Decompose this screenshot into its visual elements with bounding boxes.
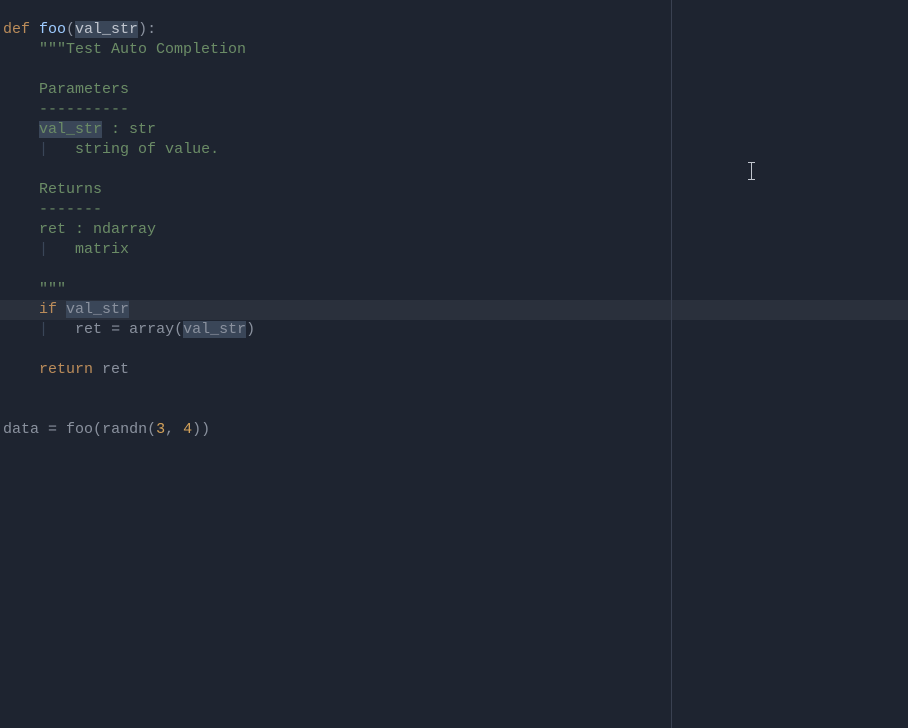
indent-guide: | [39,141,48,158]
docstring: ------- [39,201,102,218]
code-line-blank [0,260,671,280]
text-cursor-icon [751,162,752,180]
parameter-highlight: val_str [75,21,138,38]
function-name: foo [39,21,66,38]
indent-guide: | [39,321,48,338]
docstring: Returns [39,181,102,198]
function-call: array [129,321,174,338]
operator-assign: = [39,421,66,438]
paren-close: ): [138,21,156,38]
docstring: """Test Auto Completion [39,41,246,58]
code-line-blank [0,340,671,360]
paren-close: ) [246,321,255,338]
paren-open: ( [66,21,75,38]
code-line: | string of value. [0,140,671,160]
docstring: """ [39,281,66,298]
paren-open: ( [147,421,156,438]
identifier: data [3,421,39,438]
code-line-blank [0,380,671,400]
column-ruler [671,0,672,728]
paren-open: ( [93,421,102,438]
docstring: string of value. [75,141,219,158]
docstring: : str [102,121,156,138]
docstring: ret : ndarray [39,221,156,238]
paren-open: ( [174,321,183,338]
code-line: data = foo(randn(3, 4)) [0,420,671,440]
paren-close: )) [192,421,210,438]
code-line: return ret [0,360,671,380]
docstring: Parameters [39,81,129,98]
code-line: Parameters [0,80,671,100]
docstring: matrix [75,241,129,258]
code-line: val_str : str [0,120,671,140]
code-line: """Test Auto Completion [0,40,671,60]
code-line: ---------- [0,100,671,120]
parameter-highlight: val_str [39,121,102,138]
indent-guide: | [39,241,48,258]
code-line: ------- [0,200,671,220]
code-line-blank [0,400,671,420]
code-line: | matrix [0,240,671,260]
function-call: foo [66,421,93,438]
code-line: def foo(val_str): [0,20,671,40]
keyword-if: if [39,301,66,318]
code-line: ret : ndarray [0,220,671,240]
code-line-blank [0,60,671,80]
identifier: ret [102,361,129,378]
comma: , [165,421,183,438]
code-line: Returns [0,180,671,200]
number-literal: 4 [183,421,192,438]
code-line: | ret = array(val_str) [0,320,671,340]
code-line: """ [0,280,671,300]
identifier: ret [75,321,102,338]
code-editor[interactable]: def foo(val_str): """Test Auto Completio… [0,0,671,728]
code-line-current: if val_str [0,300,908,320]
function-call: randn [102,421,147,438]
keyword-def: def [3,21,39,38]
code-line-blank [0,160,671,180]
variable-highlight: val_str [183,321,246,338]
operator-assign: = [102,321,129,338]
keyword-return: return [39,361,102,378]
docstring: ---------- [39,101,129,118]
number-literal: 3 [156,421,165,438]
variable-highlight: val_str [66,301,129,318]
